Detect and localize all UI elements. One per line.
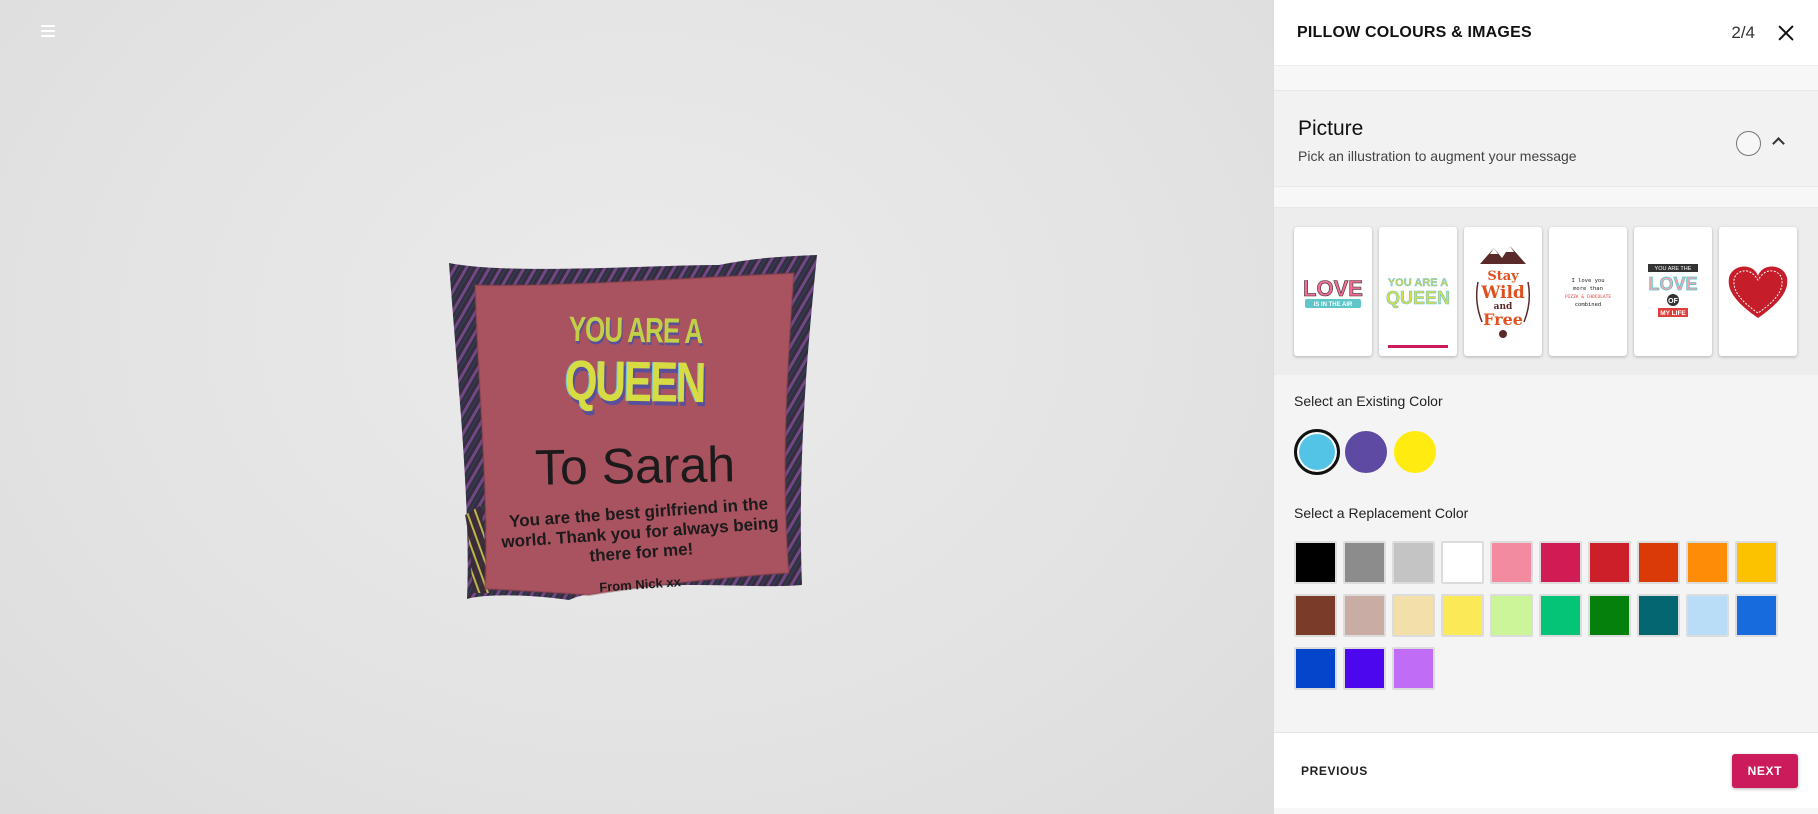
existing-color-swatch[interactable] bbox=[1392, 429, 1438, 475]
illustration-thumb-love-of-my-life[interactable]: YOU ARE THE LOVE OF MY LIFE bbox=[1634, 227, 1712, 356]
previous-button[interactable]: PREVIOUS bbox=[1301, 764, 1368, 778]
replacement-color-swatch[interactable] bbox=[1686, 541, 1729, 584]
replacement-color-swatch[interactable] bbox=[1392, 647, 1435, 690]
heart-icon bbox=[1728, 265, 1788, 318]
replacement-color-swatch[interactable] bbox=[1490, 594, 1533, 637]
panel-header: PILLOW COLOURS & IMAGES 2/4 bbox=[1274, 0, 1818, 66]
replacement-color-swatch[interactable] bbox=[1588, 541, 1631, 584]
wild-free-illustration: Stay Wild and Free bbox=[1475, 245, 1531, 338]
replacement-color-swatch[interactable] bbox=[1588, 594, 1631, 637]
pillow-viewport[interactable]: YOU ARE A QUEEN To Sarah You are the bes… bbox=[0, 0, 1273, 814]
replacement-color-swatch[interactable] bbox=[1343, 594, 1386, 637]
replacement-color-swatch[interactable] bbox=[1294, 594, 1337, 637]
customization-panel: PILLOW COLOURS & IMAGES 2/4 Picture Pick… bbox=[1273, 0, 1818, 814]
replacement-color-swatch[interactable] bbox=[1637, 594, 1680, 637]
section-radio-button[interactable] bbox=[1736, 131, 1761, 156]
queen-illustration: YOU ARE A QUEEN bbox=[1386, 276, 1451, 308]
replacement-color-swatch[interactable] bbox=[1343, 647, 1386, 690]
thumb5-line2: LOVE bbox=[1648, 274, 1697, 294]
replacement-color-swatch[interactable] bbox=[1490, 541, 1533, 584]
picture-section-header[interactable]: Picture Pick an illustration to augment … bbox=[1274, 91, 1818, 187]
pillow-preview[interactable]: YOU ARE A QUEEN To Sarah You are the bes… bbox=[449, 255, 819, 602]
pillow-queen-illustration: YOU ARE A QUEEN bbox=[484, 308, 786, 414]
replacement-color-swatch[interactable] bbox=[1735, 541, 1778, 584]
existing-color-label: Select an Existing Color bbox=[1294, 393, 1443, 409]
panel-footer: PREVIOUS NEXT bbox=[1274, 732, 1818, 808]
illustration-thumb-stay-wild-and-free[interactable]: Stay Wild and Free bbox=[1464, 227, 1542, 356]
replacement-color-swatch[interactable] bbox=[1294, 541, 1337, 584]
chevron-up-icon[interactable] bbox=[1771, 135, 1785, 149]
illustration-thumb-heart[interactable] bbox=[1719, 227, 1797, 356]
replacement-color-swatch[interactable] bbox=[1686, 594, 1729, 637]
step-indicator: 2/4 bbox=[1731, 22, 1755, 42]
replacement-color-label: Select a Replacement Color bbox=[1294, 505, 1469, 521]
replacement-color-grid bbox=[1294, 541, 1818, 690]
replacement-color-swatch[interactable] bbox=[1294, 647, 1337, 690]
thumb2-line2: QUEEN bbox=[1386, 288, 1450, 308]
thumb5-line3: OF bbox=[1668, 298, 1678, 305]
replacement-color-swatch[interactable] bbox=[1343, 541, 1386, 584]
pillow-title-text: To Sarah bbox=[534, 436, 736, 496]
replacement-color-swatch[interactable] bbox=[1392, 541, 1435, 584]
thumb1-line1: LOVE bbox=[1303, 276, 1363, 301]
existing-color-swatch[interactable] bbox=[1294, 429, 1340, 475]
illustration-thumb-i-love-you-more-than-pizza[interactable]: I love you more than PIZZA & CHOCOLATE c… bbox=[1549, 227, 1627, 356]
thumb3-line1: Stay bbox=[1487, 269, 1519, 284]
panel-title: PILLOW COLOURS & IMAGES bbox=[1297, 23, 1532, 41]
replacement-color-swatch[interactable] bbox=[1637, 541, 1680, 584]
replacement-color-swatch[interactable] bbox=[1392, 594, 1435, 637]
illustration-picker: LOVE IS IN THE AIR YOU ARE A QUEEN Stay … bbox=[1274, 207, 1818, 375]
replacement-color-swatch[interactable] bbox=[1735, 594, 1778, 637]
replacement-color-swatch[interactable] bbox=[1539, 541, 1582, 584]
section-divider bbox=[1274, 66, 1818, 91]
love-illustration: LOVE IS IN THE AIR bbox=[1303, 275, 1363, 308]
thumb4-line4: combined bbox=[1575, 302, 1602, 308]
illustration-thumb-love-is-in-the-air[interactable]: LOVE IS IN THE AIR bbox=[1294, 227, 1372, 356]
replacement-color-swatch[interactable] bbox=[1441, 594, 1484, 637]
thumb3-line4: Free bbox=[1483, 310, 1523, 329]
hamburger-menu-icon[interactable] bbox=[36, 22, 60, 42]
thumb5-line1: YOU ARE THE bbox=[1655, 266, 1692, 272]
thumb1-line2: IS IN THE AIR bbox=[1314, 302, 1353, 308]
pillow-art-line2: QUEEN bbox=[564, 348, 705, 415]
close-icon[interactable] bbox=[1777, 24, 1795, 42]
next-button[interactable]: NEXT bbox=[1731, 753, 1798, 788]
existing-color-list bbox=[1294, 426, 1818, 478]
thumb3-line2: Wild bbox=[1480, 283, 1525, 303]
pillow-art-line1: YOU ARE A bbox=[568, 308, 703, 352]
thumb4-line3: PIZZA & CHOCOLATE bbox=[1565, 294, 1611, 300]
replacement-color-swatch[interactable] bbox=[1539, 594, 1582, 637]
section-spacer bbox=[1274, 187, 1818, 207]
color-editor: Select an Existing Color Select a Replac… bbox=[1274, 375, 1818, 733]
pillow-message-text: You are the best girlfriend in the world… bbox=[500, 494, 780, 566]
replacement-color-swatch[interactable] bbox=[1441, 541, 1484, 584]
illustration-thumb-you-are-a-queen[interactable]: YOU ARE A QUEEN bbox=[1379, 227, 1457, 356]
thumb5-line4: MY LIFE bbox=[1660, 310, 1686, 317]
pizza-love-illustration: I love you more than PIZZA & CHOCOLATE c… bbox=[1565, 278, 1611, 308]
existing-color-swatch[interactable] bbox=[1343, 429, 1389, 475]
thumb4-line1: I love you bbox=[1571, 278, 1604, 284]
love-of-my-life-illustration: YOU ARE THE LOVE OF MY LIFE bbox=[1648, 263, 1698, 317]
thumb4-line2: more than bbox=[1573, 286, 1603, 292]
